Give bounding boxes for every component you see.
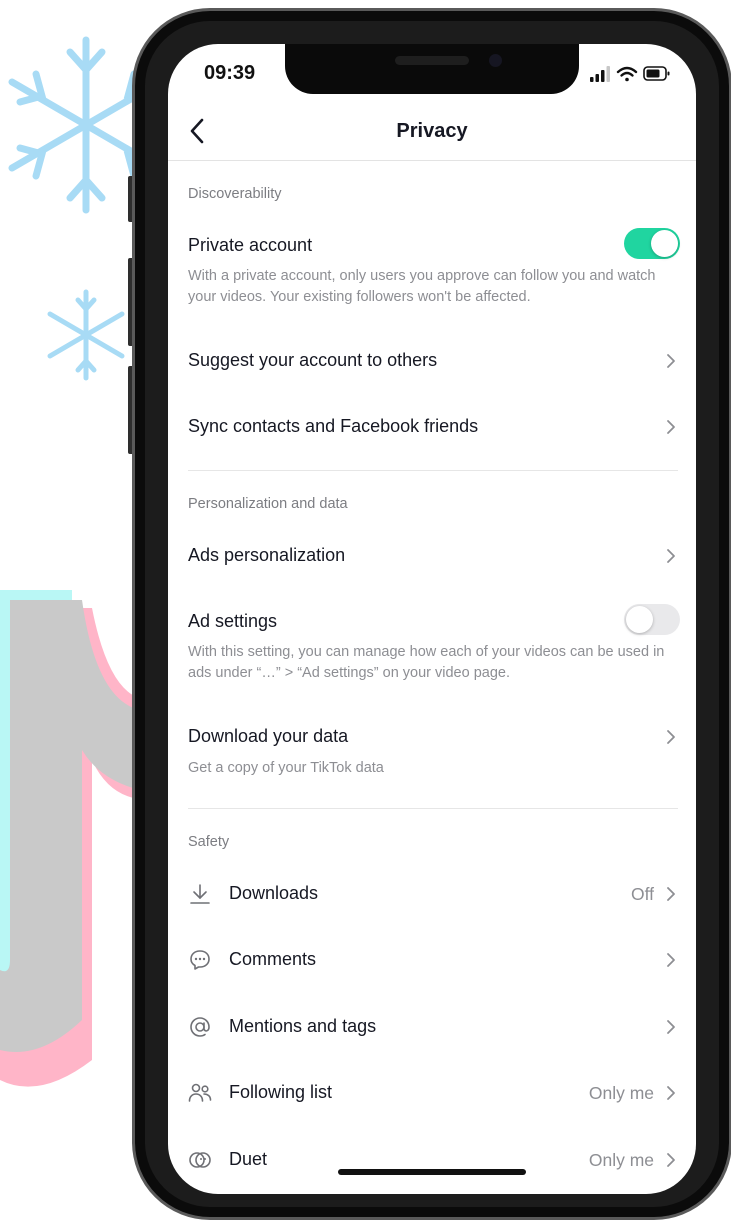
mentions-row[interactable]: Mentions and tags [229,1016,376,1037]
section-divider [188,470,678,471]
chevron-right-icon [667,420,675,434]
section-header-discoverability: Discoverability [188,186,282,202]
chevron-right-icon [667,953,675,967]
battery-icon [643,66,670,81]
following-list-row[interactable]: Following list [229,1082,332,1103]
comments-row[interactable]: Comments [229,949,316,970]
chevron-right-icon [667,730,675,744]
notch [285,44,579,94]
duet-icon [189,1152,211,1168]
front-camera [489,54,502,67]
section-header-personalization: Personalization and data [188,496,348,512]
tiktok-logo-gray [0,600,140,1052]
downloads-row[interactable]: Downloads [229,883,318,904]
page-title: Privacy [396,120,468,142]
chevron-right-icon [667,549,675,563]
duet-value: Only me [588,1150,654,1170]
phone-frame: 09:39 Privacy Discoverability Private ac… [128,8,731,1220]
comment-icon [190,950,210,970]
chevron-right-icon [667,1086,675,1100]
private-account-toggle[interactable] [624,228,680,259]
nav-header: Privacy [168,104,696,161]
private-account-label: Private account [188,235,313,255]
home-indicator[interactable] [338,1169,526,1175]
ad-settings-toggle[interactable] [624,604,680,635]
signal-icon [590,66,610,82]
duet-row[interactable]: Duet [229,1149,267,1170]
download-data-row[interactable]: Download your data [188,726,348,747]
download-icon [190,884,210,904]
suggest-account-row[interactable]: Suggest your account to others [188,350,437,371]
section-header-safety: Safety [188,834,230,850]
private-account-description: With a private account, only users you a… [188,268,656,305]
status-icons [590,66,670,82]
ads-personalization-row[interactable]: Ads personalization [188,545,345,566]
chevron-right-icon [667,1153,675,1167]
chevron-right-icon [667,1020,675,1034]
section-divider [188,808,678,809]
toggle-knob [651,230,678,257]
toggle-knob [626,606,653,633]
status-time: 09:39 [204,62,256,84]
snowflake-small-icon [47,289,125,381]
at-sign-icon [190,1017,210,1037]
download-data-description: Get a copy of your TikTok data [188,760,384,776]
downloads-value: Off [630,884,654,904]
chevron-right-icon [667,354,675,368]
following-list-value: Only me [588,1083,654,1103]
chevron-right-icon [667,887,675,901]
wifi-icon [616,66,638,82]
sync-contacts-row[interactable]: Sync contacts and Facebook friends [188,416,478,437]
screen: 09:39 Privacy Discoverability Private ac… [168,44,696,1194]
ad-settings-description: With this setting, you can manage how ea… [188,644,665,681]
people-icon [188,1083,212,1102]
speaker-grille [395,56,469,65]
ad-settings-label: Ad settings [188,611,278,631]
